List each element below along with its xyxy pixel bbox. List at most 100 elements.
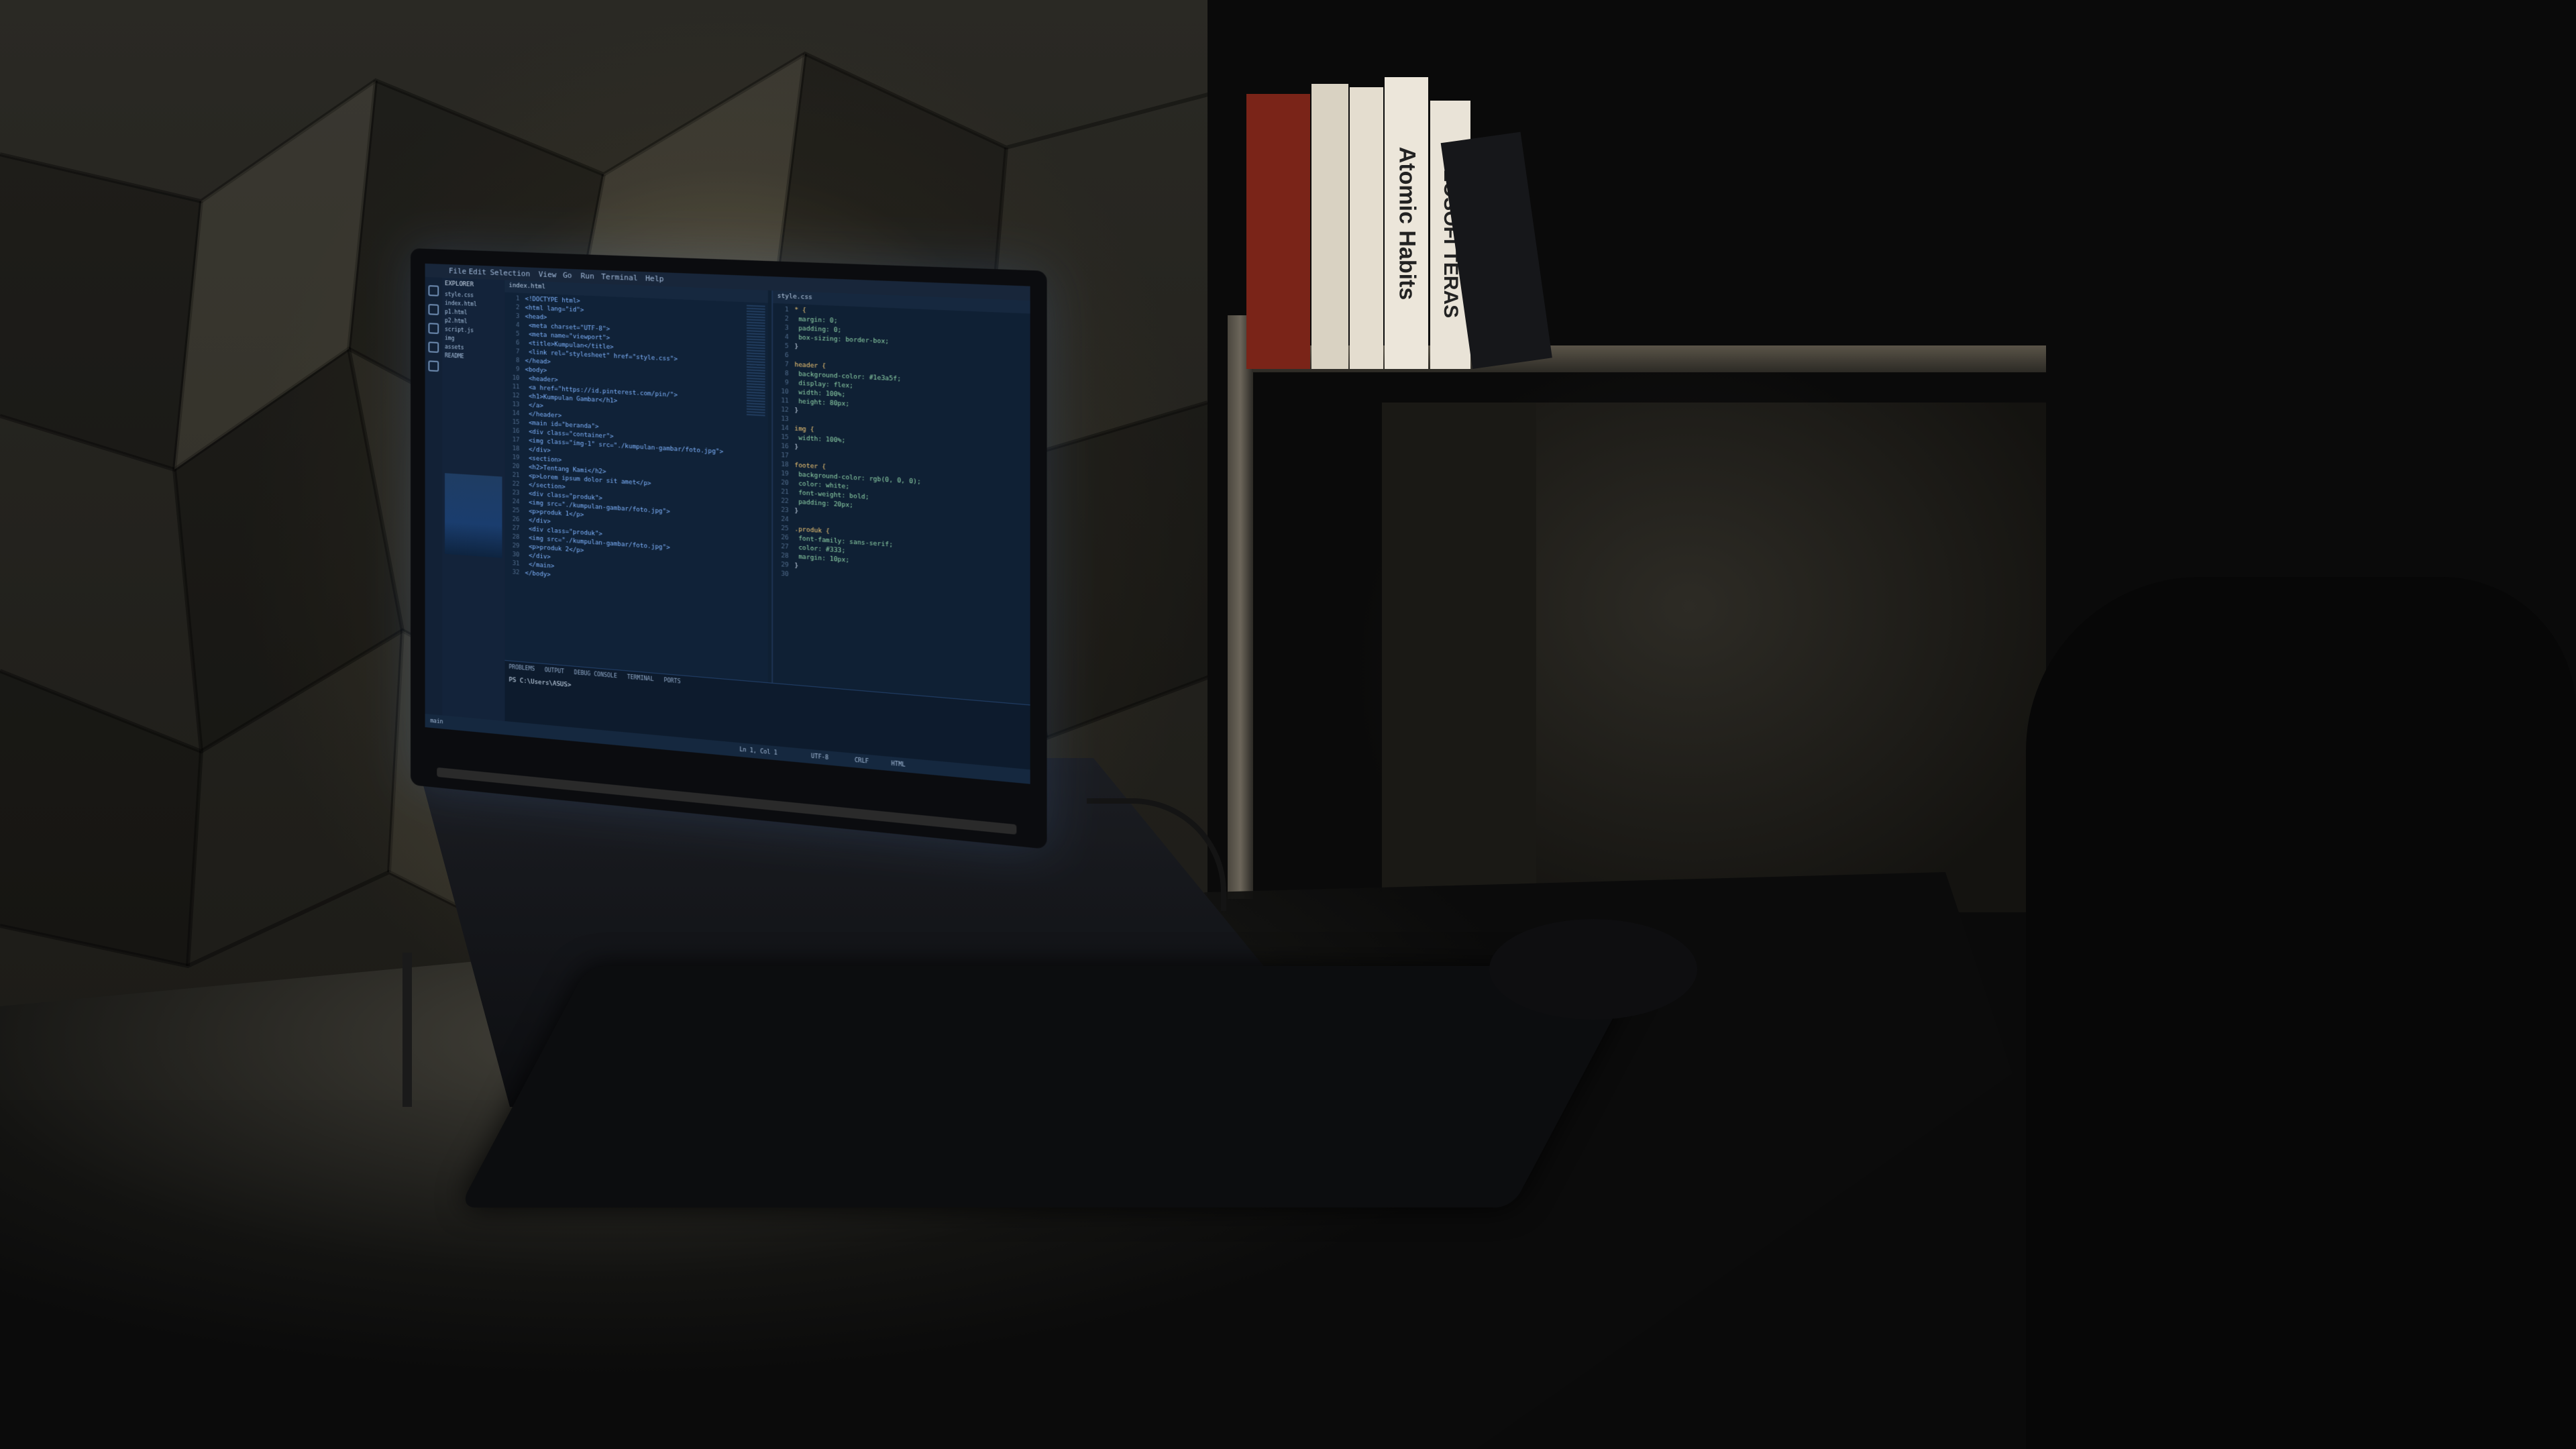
extensions-icon[interactable] [428,360,439,372]
line-number: 26 [781,534,789,542]
menu-file[interactable]: File [449,266,466,276]
html-editor[interactable]: index.html 1 <!DOCTYPE html> 2 <html lang="… [504,280,768,683]
book-red [1246,94,1310,369]
line-number: 30 [512,551,520,559]
tab-output[interactable]: OUTPUT [545,667,564,675]
files-icon[interactable] [428,285,439,297]
code-text: <head> [525,313,547,321]
menu-selection[interactable]: Selection [490,268,531,278]
status-position[interactable]: Ln 1, Col 1 [739,746,777,756]
line-number: 20 [512,463,520,471]
tab-problems[interactable]: PROBLEMS [508,664,535,672]
line-number: 31 [512,560,520,568]
line-number: 23 [512,489,520,497]
code-text: header { [794,362,826,370]
status-language[interactable]: HTML [892,760,906,768]
activity-bar [425,276,443,716]
status-branch[interactable]: main [430,718,443,725]
line-number: 24 [512,498,520,506]
status-encoding[interactable]: UTF-8 [811,753,828,761]
line-number: 3 [516,313,520,321]
line-number: 7 [516,348,520,356]
line-number: 2 [516,304,520,311]
line-number: 29 [512,542,520,550]
line-number: 6 [785,352,789,360]
laptop: File Edit Selection View Go Run Terminal… [411,248,1047,849]
minimap [746,305,765,418]
shelf-inner-panel [1382,402,1536,899]
tab-debug-console[interactable]: DEBUG CONSOLE [574,669,617,680]
shelf-post [1228,315,1253,899]
line-number: 21 [781,488,789,496]
line-number: 18 [512,445,520,453]
explorer-panel: EXPLORER style.css index.html p1.html p2… [442,277,505,721]
line-number: 17 [512,436,520,444]
line-number: 9 [785,379,789,387]
line-number: 5 [785,343,789,350]
line-number: 20 [781,479,789,487]
tab-ports[interactable]: PORTS [664,677,681,684]
code-text: </head> [525,358,551,366]
css-code: 1 * {2 margin: 0; 3 padding: 0; 4 box-sizin… [773,303,1030,598]
search-icon[interactable] [428,304,439,315]
source-control-icon[interactable] [428,323,439,334]
code-text: <header> [525,375,558,384]
line-number: 9 [516,366,520,374]
line-number: 5 [516,331,520,338]
line-number: 25 [781,525,789,533]
line-number: 28 [512,533,520,541]
code-text: </a> [525,402,543,410]
line-number: 25 [512,507,520,515]
menu-edit[interactable]: Edit [469,267,486,276]
laptop-screen: File Edit Selection View Go Run Terminal… [425,263,1030,784]
line-number: 13 [781,415,789,423]
line-number: 4 [785,333,789,341]
html-code: 1 <!DOCTYPE html> 2 <html lang="id"> 3 <head>… [504,292,767,597]
line-number: 12 [512,392,520,400]
code-text: footer { [794,462,826,472]
image-preview [445,473,502,558]
line-number: 14 [512,410,520,418]
code-text: padding: 0; [794,325,842,335]
line-number: 23 [781,506,789,515]
code-text: </div> [525,517,551,526]
line-number: 11 [781,397,789,405]
line-number: 30 [781,570,789,578]
line-number: 10 [512,374,520,382]
line-number: 22 [512,480,520,488]
line-number: 19 [512,454,520,462]
code-text: <!DOCTYPE html> [525,295,580,305]
menu-view[interactable]: View [539,270,557,279]
code-text: } [794,443,799,451]
code-text: } [794,507,799,515]
menu-run[interactable]: Run [581,272,594,281]
line-number: 16 [781,443,789,451]
line-number: 13 [512,401,520,409]
status-eol[interactable]: CRLF [855,757,869,764]
line-number: 26 [512,516,520,524]
line-number: 15 [781,433,789,441]
line-number: 27 [781,543,789,551]
line-number: 18 [781,461,789,469]
line-number: 11 [512,383,520,391]
line-number: 4 [516,321,520,329]
line-number: 21 [512,472,520,480]
line-number: 8 [785,370,789,378]
line-number: 12 [781,407,789,415]
line-number: 22 [781,497,789,506]
menu-terminal[interactable]: Terminal [601,272,637,282]
line-number: 19 [781,470,789,478]
css-editor[interactable]: style.css 1 * {2 margin: 0; 3 padding: 0; 4… [771,290,1030,705]
debug-icon[interactable] [428,341,439,354]
line-number: 15 [512,419,520,427]
line-number: 8 [516,357,520,364]
code-text: } [794,343,799,351]
menu-go[interactable]: Go [563,271,572,280]
tab-terminal[interactable]: TERMINAL [627,674,654,683]
line-number: 28 [781,552,789,560]
menu-help[interactable]: Help [645,274,663,283]
chair [2026,577,2576,1449]
code-text: margin: 0; [794,316,838,325]
line-number: 14 [781,425,789,433]
code-text: img { [794,425,814,434]
